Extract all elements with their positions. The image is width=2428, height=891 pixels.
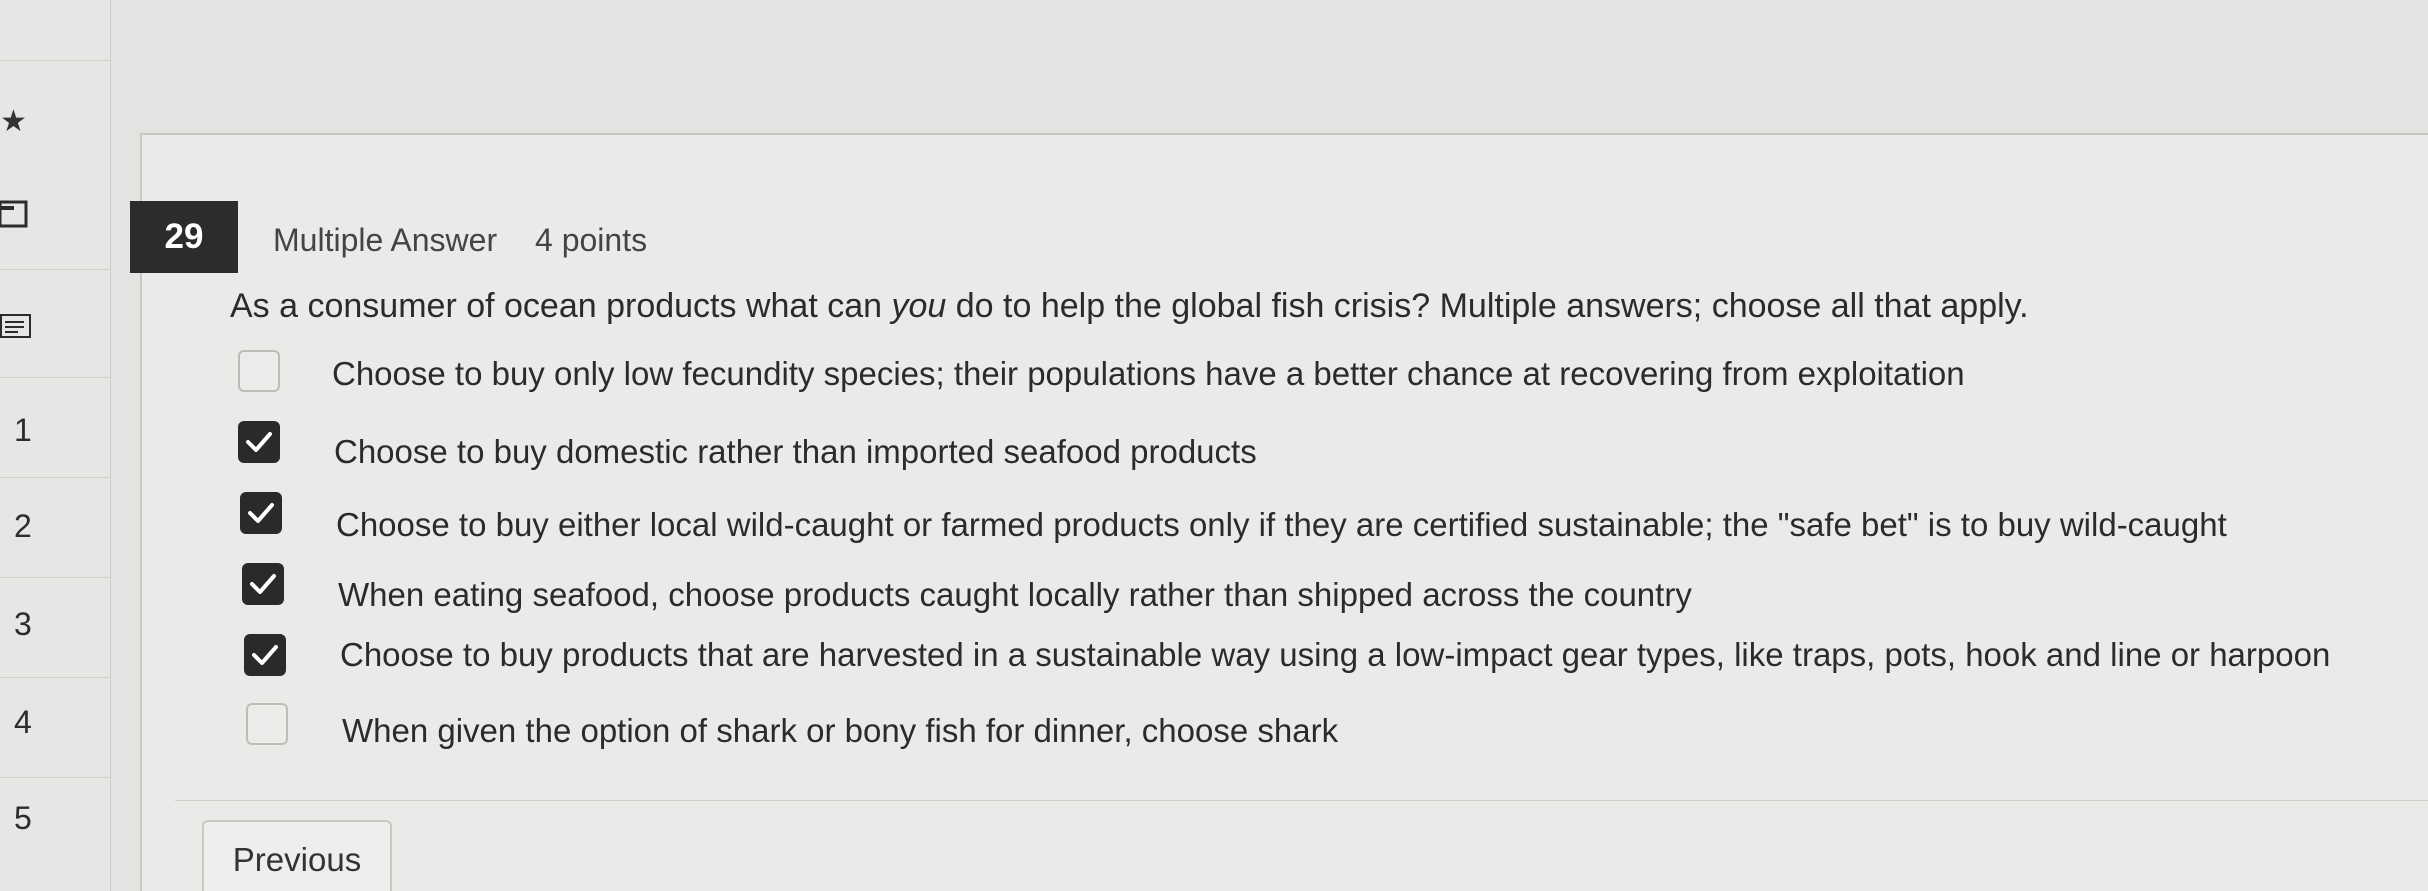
checkbox-unchecked[interactable] — [238, 350, 280, 392]
sidebar-item-label: 3 — [14, 606, 32, 642]
question-prompt-end: do to help the global fish crisis? Multi… — [946, 287, 2029, 325]
sidebar-item-label: 5 — [14, 800, 32, 836]
question-nav-sidebar: ★ 1 2 3 4 5 — [0, 0, 111, 891]
footer-divider — [175, 800, 2428, 801]
checkmark-icon — [250, 574, 276, 594]
sidebar-item-label: 4 — [14, 704, 32, 740]
sidebar-item-label: 1 — [14, 412, 32, 448]
sidebar-item-1[interactable]: 1 — [0, 378, 110, 478]
checkbox-checked[interactable] — [238, 421, 280, 463]
checkbox-checked[interactable] — [244, 634, 286, 676]
question-prompt-emphasis: you — [891, 287, 947, 325]
sidebar-item-3[interactable]: 3 — [0, 578, 110, 678]
checkmark-icon — [248, 503, 274, 523]
sidebar-divider — [0, 60, 110, 61]
checkbox-checked[interactable] — [240, 492, 282, 534]
sidebar-item-label: 2 — [14, 508, 32, 544]
quiz-page: ★ 1 2 3 4 5 29 Multiple Answer 4 points … — [0, 0, 2428, 891]
question-number: 29 — [130, 201, 238, 273]
question-type: Multiple Answer — [273, 222, 498, 258]
flag-icon — [0, 200, 28, 228]
pin-icon[interactable]: ★ — [0, 104, 27, 139]
previous-button[interactable]: Previous — [202, 820, 392, 891]
sidebar-item-5[interactable]: 5 — [0, 778, 110, 878]
sidebar-item-notes[interactable] — [0, 270, 110, 378]
sidebar-item-2[interactable]: 2 — [0, 478, 110, 578]
question-prompt: As a consumer of ocean products what can… — [230, 287, 2029, 326]
checkbox-unchecked[interactable] — [246, 703, 288, 745]
sidebar-item-4[interactable]: 4 — [0, 678, 110, 778]
checkmark-icon — [252, 645, 278, 665]
answer-label: Choose to buy domestic rather than impor… — [334, 433, 1257, 470]
question-points: 4 points — [535, 222, 648, 258]
checkbox-checked[interactable] — [242, 563, 284, 605]
question-prompt-start: As a consumer of ocean products what can — [230, 287, 892, 325]
answer-label: When given the option of shark or bony f… — [342, 712, 1339, 749]
answer-label: When eating seafood, choose products cau… — [338, 576, 1692, 613]
answer-label: Choose to buy either local wild-caught o… — [336, 506, 2227, 543]
sidebar-item-flag[interactable] — [0, 162, 110, 270]
answer-label: Choose to buy products that are harveste… — [340, 636, 2331, 673]
checkmark-icon — [246, 432, 272, 452]
notes-icon — [0, 314, 31, 338]
answer-label: Choose to buy only low fecundity species… — [332, 355, 1965, 392]
